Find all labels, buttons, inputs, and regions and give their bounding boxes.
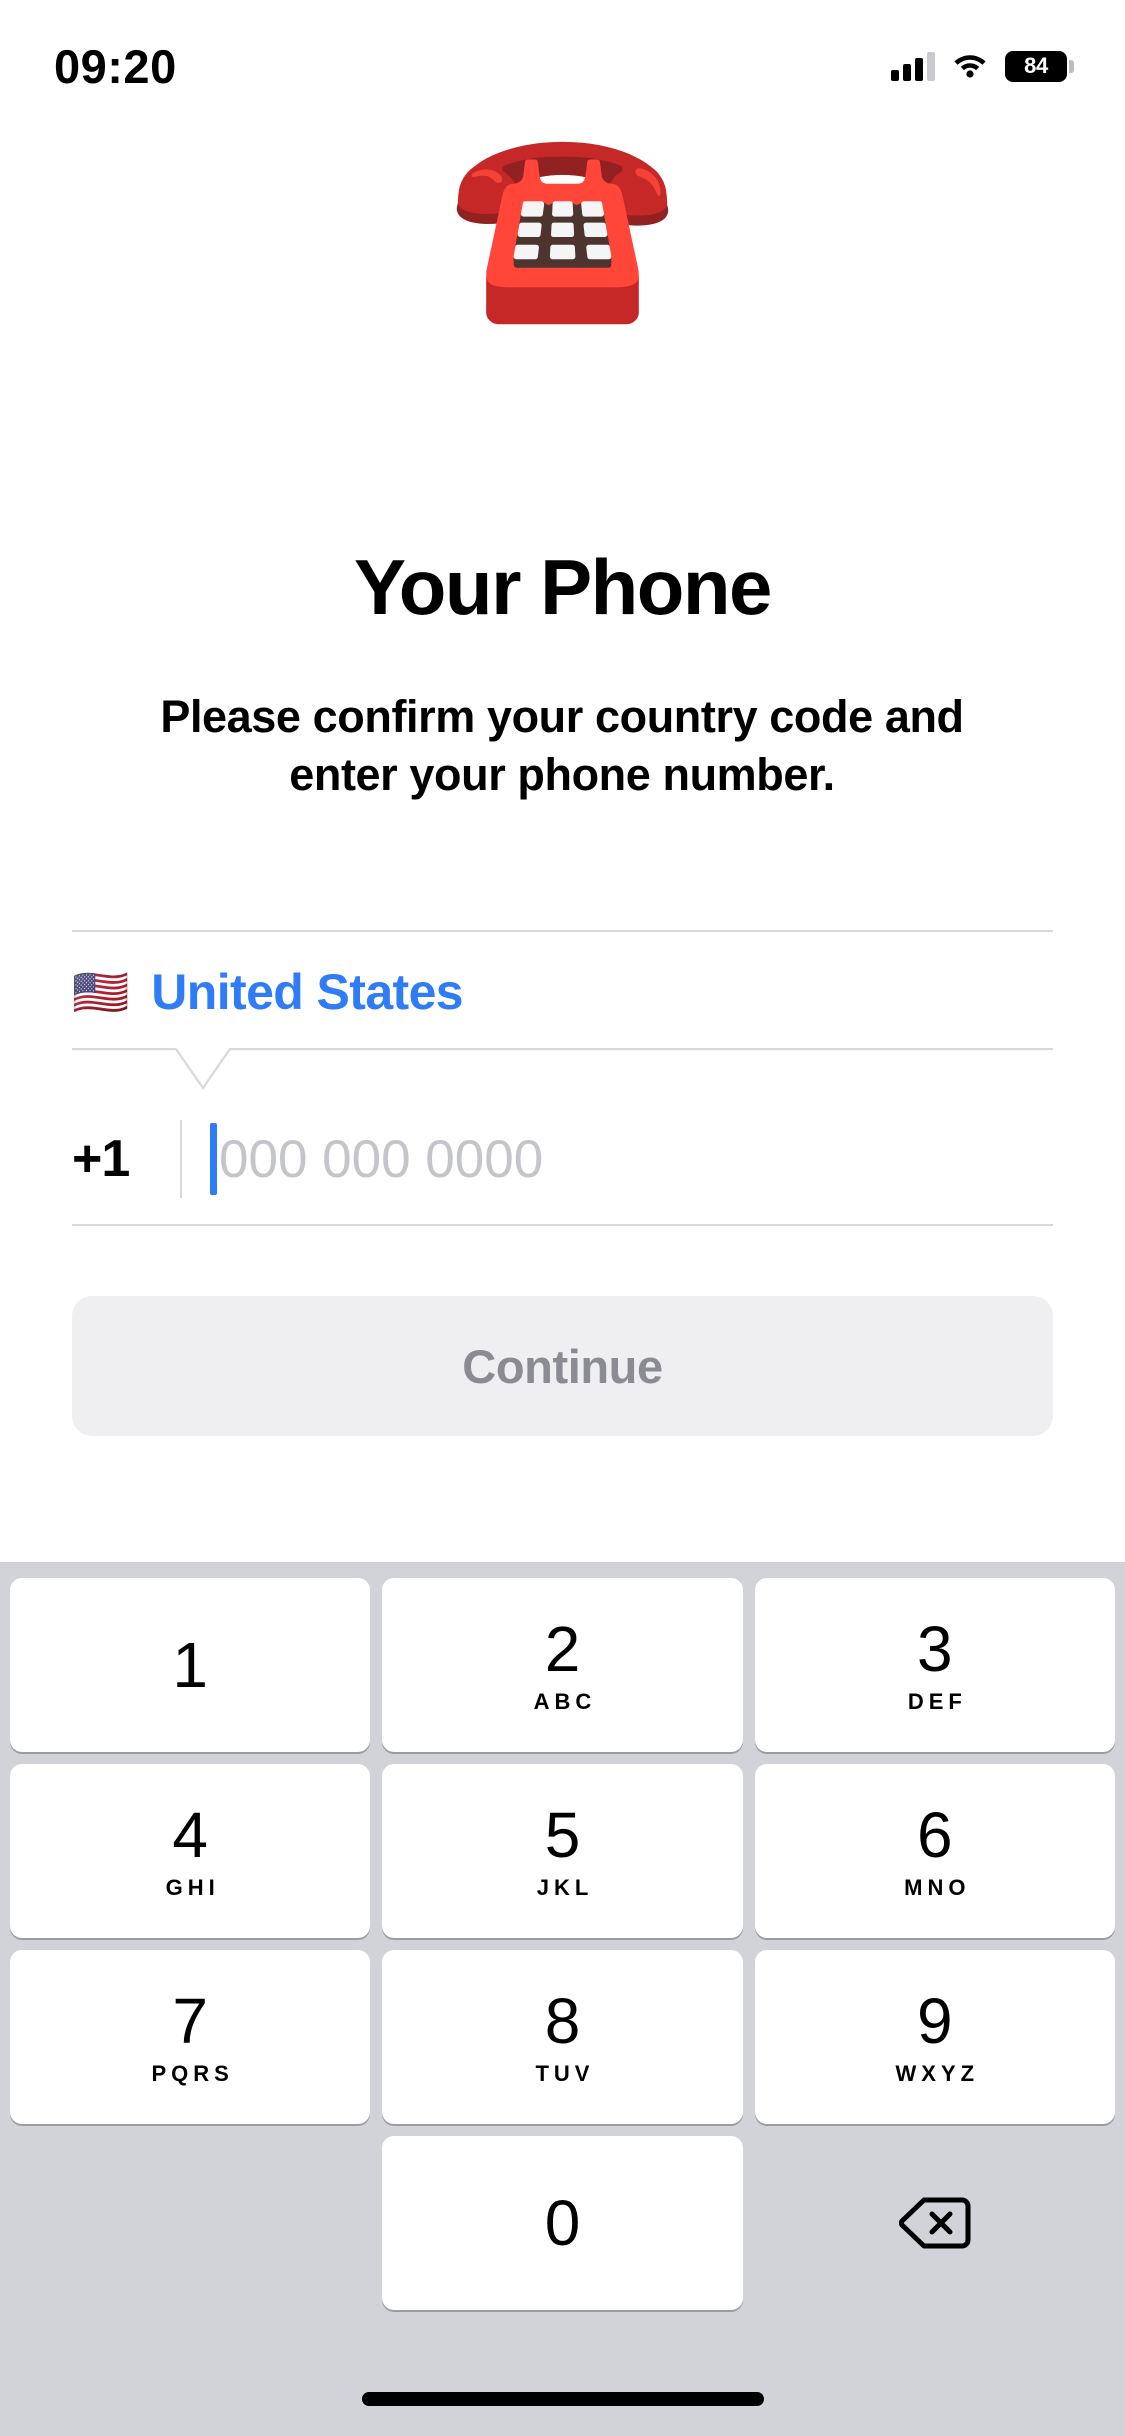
keypad-key-letters: WXYZ <box>895 2061 980 2086</box>
keypad-key-3[interactable]: 3 DEF <box>754 1578 1115 1752</box>
keypad-key-letters: GHI <box>165 1875 220 1900</box>
keypad-key-2[interactable]: 2 ABC <box>382 1578 743 1752</box>
battery-icon: 84 <box>1005 50 1074 82</box>
telephone-emoji: ☎️ <box>447 114 678 330</box>
keypad-key-8[interactable]: 8 TUV <box>382 1950 743 2124</box>
battery-percent-label: 84 <box>1024 53 1048 78</box>
keypad-key-digit: 9 <box>917 1985 953 2057</box>
keypad-key-digit: 4 <box>172 1799 208 1871</box>
country-code-label: +1 <box>72 1130 130 1188</box>
keypad-key-letters: TUV <box>535 2061 595 2086</box>
page-title: Your Phone <box>354 543 772 631</box>
signal-bars-icon <box>891 51 935 81</box>
keypad-key-letters: PQRS <box>151 2061 234 2086</box>
keypad-key-digit: 5 <box>544 1799 581 1871</box>
keypad-key-0[interactable]: 0 <box>382 2136 743 2310</box>
home-indicator <box>361 2392 764 2406</box>
backspace-delete-icon[interactable] <box>755 2136 1115 2310</box>
status-bar: 09:20 84 <box>0 0 1125 110</box>
keypad-key-letters: ABC <box>533 1689 597 1714</box>
keypad-key-digit: 6 <box>917 1799 953 1871</box>
keypad-key-digit: 7 <box>172 1985 208 2057</box>
field-separator <box>180 1120 182 1198</box>
phone-placeholder-text: 000 000 0000 <box>219 1129 544 1189</box>
keypad-row: 0 <box>10 2136 1115 2310</box>
country-flag-icon: 🇺🇸 <box>72 964 130 1019</box>
keypad-key-5[interactable]: 5 JKL <box>382 1764 743 1938</box>
keypad-key-9[interactable]: 9 WXYZ <box>754 1950 1115 2124</box>
text-cursor <box>210 1123 217 1195</box>
divider-with-notch <box>72 1048 1053 1094</box>
phone-entry-screen: 09:20 84 ☎️ Your Phone Please confirm yo… <box>0 0 1125 2436</box>
status-bar-indicators: 84 <box>891 28 1074 83</box>
status-bar-time: 09:20 <box>54 39 177 93</box>
wifi-icon <box>952 50 988 83</box>
keypad-key-1[interactable]: 1 <box>10 1578 371 1752</box>
country-name-label: United States <box>151 964 463 1020</box>
keypad-key-digit: 8 <box>544 1985 581 2057</box>
phone-number-row[interactable]: +1 000 000 0000 <box>0 1094 1125 1224</box>
keypad-key-digit: 3 <box>917 1613 953 1685</box>
divider-bottom <box>72 1224 1053 1226</box>
keypad-key-letters: DEF <box>907 1689 967 1714</box>
keypad-key-letters: JKL <box>536 1875 594 1900</box>
keypad-key-6[interactable]: 6 MNO <box>754 1764 1115 1938</box>
keypad-key-digit: 1 <box>172 1629 208 1701</box>
keypad-spacer <box>10 2136 370 2310</box>
keypad-key-digit: 0 <box>544 2187 581 2259</box>
page-subtitle: Please confirm your country code and ent… <box>160 691 964 800</box>
keypad-rows: 1 2 ABC 3 DEF 4 GHI 5 JKL 6 MNO 7 PQRS 8 TUV 9 WXYZ 0 <box>0 1562 1125 2310</box>
keypad-row: 4 GHI 5 JKL 6 MNO <box>10 1764 1115 1938</box>
keypad-key-4[interactable]: 4 GHI <box>10 1764 371 1938</box>
keypad-row: 7 PQRS 8 TUV 9 WXYZ <box>10 1950 1115 2124</box>
phone-form: 🇺🇸 United States +1 000 000 0000 Continu… <box>0 930 1125 1436</box>
continue-button[interactable]: Continue <box>72 1296 1053 1436</box>
keypad-row: 1 2 ABC 3 DEF <box>10 1578 1115 1752</box>
phone-number-input[interactable]: 000 000 0000 <box>210 1123 1053 1195</box>
keypad-key-letters: MNO <box>904 1875 971 1900</box>
continue-button-label: Continue <box>462 1339 663 1393</box>
keypad-key-7[interactable]: 7 PQRS <box>10 1950 371 2124</box>
numeric-keypad: 1 2 ABC 3 DEF 4 GHI 5 JKL 6 MNO 7 PQRS 8 TUV 9 WXYZ 0 <box>0 1562 1125 2436</box>
country-selector[interactable]: 🇺🇸 United States <box>0 936 1125 1048</box>
divider-top <box>72 930 1053 932</box>
keypad-key-digit: 2 <box>544 1613 581 1685</box>
